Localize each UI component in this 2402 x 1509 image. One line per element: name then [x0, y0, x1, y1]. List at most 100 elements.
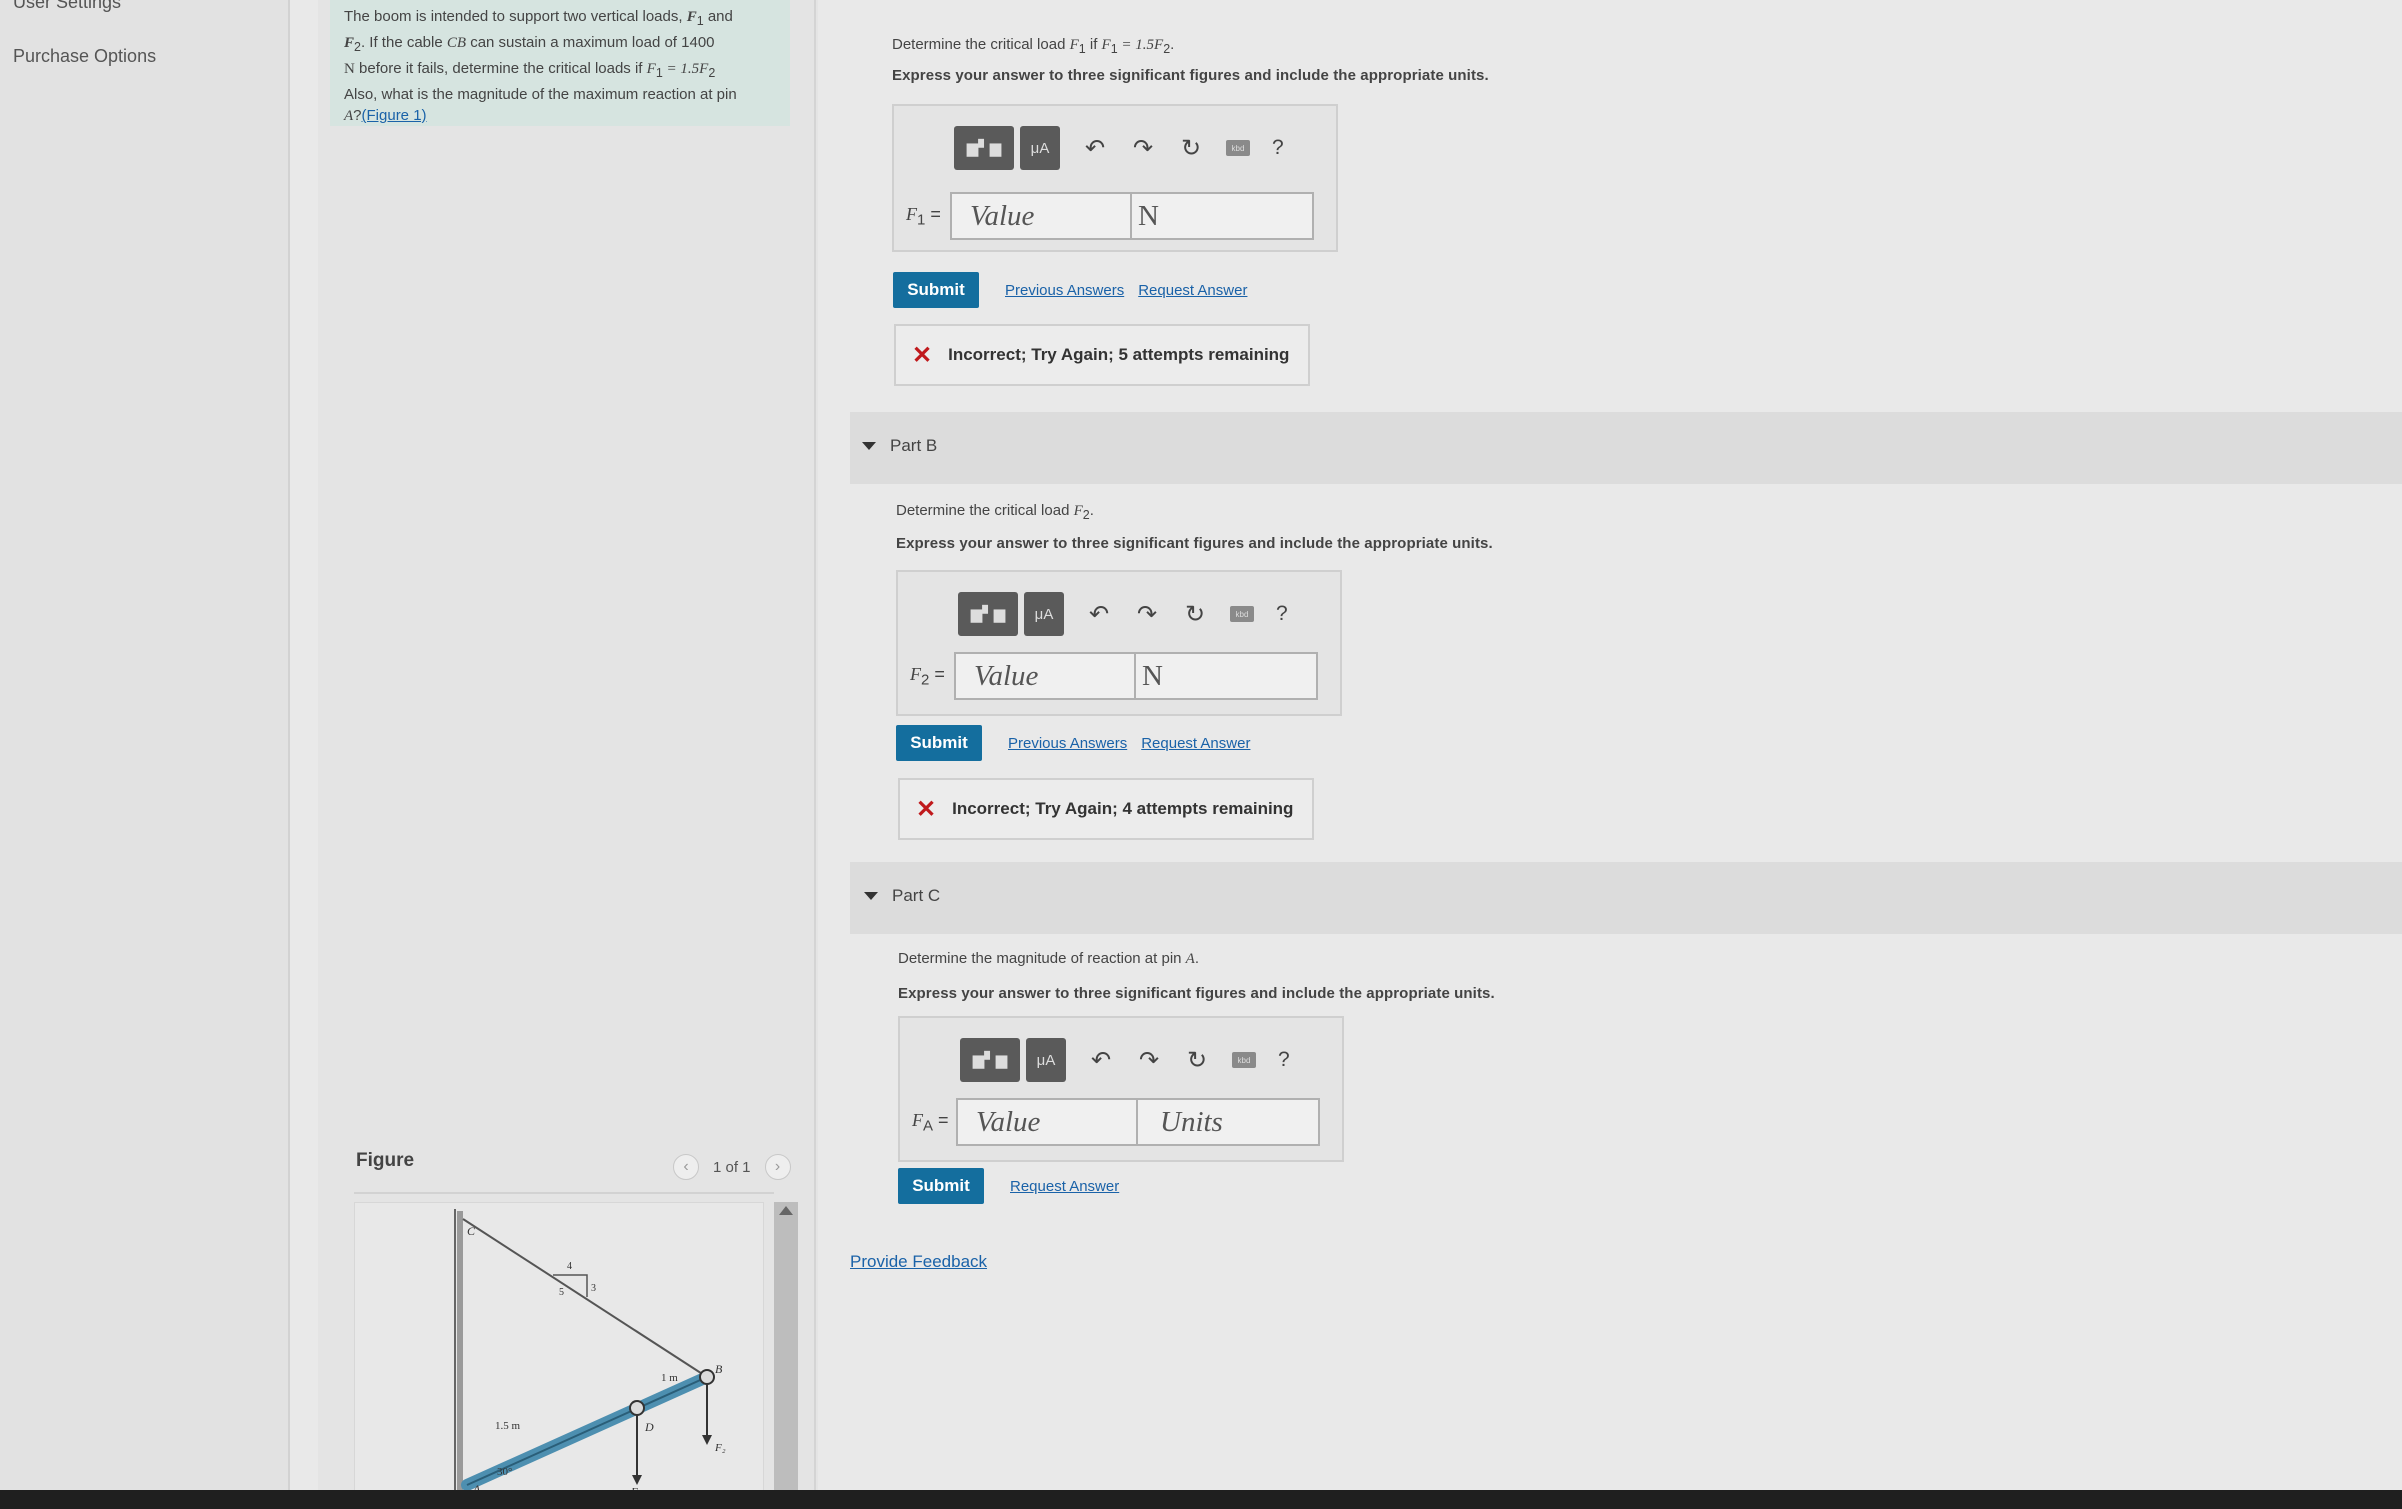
- part-c-actions: Submit Request Answer: [898, 1168, 1119, 1204]
- undo-icon[interactable]: ↶: [1088, 1046, 1114, 1075]
- problem-line-3: N before it fails, determine the critica…: [344, 60, 716, 80]
- scroll-up-icon[interactable]: [779, 1206, 793, 1215]
- part-b-variable-label: F2 =: [910, 663, 945, 689]
- figure-divider: [354, 1192, 774, 1194]
- templates-icon[interactable]: ▆▘▆: [958, 592, 1018, 636]
- label-len-1-5m: 1.5 m: [495, 1420, 521, 1432]
- part-b-prompt: Determine the critical load F2.: [896, 502, 1094, 522]
- part-a-actions: Submit Previous Answers Request Answer: [893, 272, 1247, 308]
- part-a-request-answer-link[interactable]: Request Answer: [1138, 282, 1247, 299]
- label-b: B: [715, 1362, 723, 1376]
- redo-icon[interactable]: ↷: [1134, 600, 1160, 629]
- part-a-units-input[interactable]: N: [1132, 192, 1314, 240]
- part-c-band: [850, 862, 2402, 934]
- part-c-input-row: FA = Value Units: [912, 1098, 1320, 1146]
- part-b-answer-box: ▆▘▆ μA ↶ ↷ ↻ kbd ? F2 = Value N: [896, 570, 1342, 716]
- undo-icon[interactable]: ↶: [1082, 134, 1108, 163]
- part-b-request-answer-link[interactable]: Request Answer: [1141, 735, 1250, 752]
- part-b-actions: Submit Previous Answers Request Answer: [896, 725, 1250, 761]
- column-divider: [814, 0, 816, 1490]
- part-c-instructions: Express your answer to three significant…: [898, 985, 1495, 1002]
- help-icon[interactable]: ?: [1272, 136, 1284, 160]
- chevron-left-icon[interactable]: ‹: [673, 1154, 699, 1180]
- left-nav: User Settings Purchase Options: [0, 0, 290, 1490]
- help-icon[interactable]: ?: [1278, 1048, 1290, 1072]
- part-a-value-input[interactable]: Value: [950, 192, 1132, 240]
- part-b-instructions: Express your answer to three significant…: [896, 535, 1493, 552]
- part-c-units-input[interactable]: Units: [1138, 1098, 1320, 1146]
- wall: [457, 1211, 463, 1493]
- part-c-prompt: Determine the magnitude of reaction at p…: [898, 950, 1200, 967]
- caret-down-icon[interactable]: [862, 442, 876, 450]
- help-icon[interactable]: ?: [1276, 602, 1288, 626]
- figure-panel: Figure ‹ 1 of 1 › C B D A F₂ 1 m 1.5 m 3…: [318, 1138, 818, 1498]
- keyboard-icon[interactable]: kbd: [1230, 606, 1254, 622]
- load-f1-head: [632, 1475, 642, 1485]
- main-content: Determine the critical load F1 if F1 = 1…: [820, 0, 2402, 1490]
- mu-symbol-button[interactable]: μA: [1020, 126, 1060, 170]
- part-c-answer-box: ▆▘▆ μA ↶ ↷ ↻ kbd ? FA = Value Units: [898, 1016, 1344, 1162]
- part-a-feedback-text: Incorrect; Try Again; 5 attempts remaini…: [948, 345, 1290, 364]
- part-b-header[interactable]: Part B: [862, 436, 937, 456]
- problem-line-2: F2. If the cable CB can sustain a maximu…: [344, 34, 715, 54]
- part-a-instructions: Express your answer to three significant…: [892, 67, 1489, 84]
- part-a-previous-answers-link[interactable]: Previous Answers: [1005, 282, 1124, 299]
- part-b-feedback: ✕ Incorrect; Try Again; 4 attempts remai…: [898, 778, 1314, 840]
- label-c: C: [467, 1224, 476, 1238]
- part-a-feedback: ✕ Incorrect; Try Again; 5 attempts remai…: [894, 324, 1310, 386]
- part-b-band: [850, 412, 2402, 484]
- figure-scrollbar[interactable]: [774, 1202, 798, 1492]
- provide-feedback-link[interactable]: Provide Feedback: [850, 1252, 987, 1272]
- part-b-previous-answers-link[interactable]: Previous Answers: [1008, 735, 1127, 752]
- caret-down-icon[interactable]: [864, 892, 878, 900]
- label-slope-4: 4: [567, 1261, 572, 1272]
- redo-icon[interactable]: ↷: [1130, 134, 1156, 163]
- reset-icon[interactable]: ↻: [1178, 134, 1204, 163]
- reset-icon[interactable]: ↻: [1184, 1046, 1210, 1075]
- part-a-input-row: F1 = Value N: [906, 192, 1314, 240]
- part-b-input-row: F2 = Value N: [910, 652, 1318, 700]
- part-a-submit-button[interactable]: Submit: [893, 272, 979, 308]
- part-c-request-answer-link[interactable]: Request Answer: [1010, 1178, 1119, 1195]
- part-b-feedback-text: Incorrect; Try Again; 4 attempts remaini…: [952, 799, 1294, 818]
- part-a-variable-label: F1 =: [906, 203, 941, 229]
- reset-icon[interactable]: ↻: [1182, 600, 1208, 629]
- problem-statement: The boom is intended to support two vert…: [330, 0, 790, 126]
- part-b-value-input[interactable]: Value: [954, 652, 1136, 700]
- figure-link[interactable]: (Figure 1): [362, 107, 427, 124]
- figure-title: Figure: [356, 1150, 415, 1171]
- keyboard-icon[interactable]: kbd: [1226, 140, 1250, 156]
- mu-symbol-button[interactable]: μA: [1024, 592, 1064, 636]
- screen-bezel: [0, 1490, 2402, 1509]
- part-c-toolbar: ▆▘▆ μA ↶ ↷ ↻ kbd ?: [960, 1038, 1290, 1082]
- error-x-icon: ✕: [912, 341, 933, 369]
- part-c-submit-button[interactable]: Submit: [898, 1168, 984, 1204]
- templates-icon[interactable]: ▆▘▆: [954, 126, 1014, 170]
- part-c-title: Part C: [892, 886, 941, 905]
- part-a-prompt: Determine the critical load F1 if F1 = 1…: [892, 36, 1175, 56]
- error-x-icon: ✕: [916, 795, 937, 823]
- mu-symbol-button[interactable]: μA: [1026, 1038, 1066, 1082]
- part-b-toolbar: ▆▘▆ μA ↶ ↷ ↻ kbd ?: [958, 592, 1288, 636]
- part-c-variable-label: FA =: [912, 1109, 949, 1135]
- pin-b: [699, 1369, 715, 1385]
- undo-icon[interactable]: ↶: [1086, 600, 1112, 629]
- part-c-value-input[interactable]: Value: [956, 1098, 1138, 1146]
- cable-cb: [462, 1218, 708, 1378]
- figure-pager: ‹ 1 of 1 ›: [673, 1154, 791, 1180]
- problem-line-1: The boom is intended to support two vert…: [344, 8, 733, 28]
- label-slope-5: 5: [559, 1287, 564, 1298]
- templates-icon[interactable]: ▆▘▆: [960, 1038, 1020, 1082]
- part-b-units-input[interactable]: N: [1136, 652, 1318, 700]
- label-slope-3: 3: [591, 1283, 596, 1294]
- chevron-right-icon[interactable]: ›: [764, 1154, 791, 1180]
- part-b-title: Part B: [890, 436, 938, 455]
- keyboard-icon[interactable]: kbd: [1232, 1052, 1256, 1068]
- boom-diagram: C B D A F₁ F₂ 1 m 1.5 m 30° 4 3 5: [454, 1209, 726, 1498]
- part-c-header[interactable]: Part C: [864, 886, 940, 906]
- redo-icon[interactable]: ↷: [1136, 1046, 1162, 1075]
- part-b-submit-button[interactable]: Submit: [896, 725, 982, 761]
- label-len-1m: 1 m: [661, 1372, 678, 1384]
- nav-user-settings[interactable]: User Settings: [13, 0, 121, 13]
- nav-purchase-options[interactable]: Purchase Options: [13, 46, 156, 67]
